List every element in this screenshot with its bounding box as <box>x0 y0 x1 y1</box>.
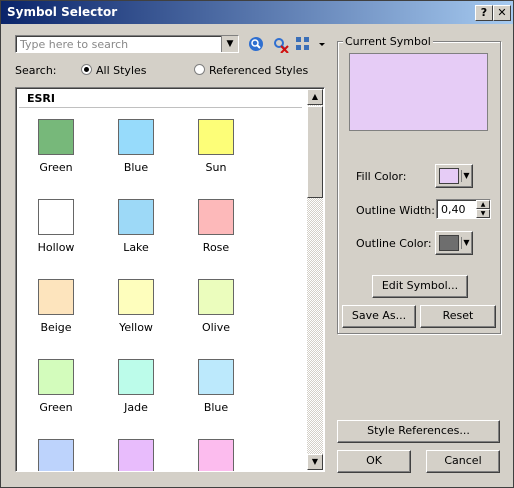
symbol-swatch <box>198 439 234 471</box>
scroll-up-icon[interactable]: ▲ <box>307 89 323 105</box>
all-styles-label[interactable]: All Styles <box>96 64 147 77</box>
spin-up-icon[interactable]: ▲ <box>476 200 490 209</box>
ok-button[interactable]: OK <box>337 450 411 473</box>
symbol-name: Beige <box>40 321 72 334</box>
symbol-item[interactable]: Blue <box>96 119 176 174</box>
symbol-item[interactable]: Lake <box>96 199 176 254</box>
symbol-swatch <box>118 279 154 315</box>
search-dropdown-icon[interactable]: ▼ <box>221 36 238 52</box>
symbol-name: Rose <box>202 241 230 254</box>
scroll-thumb[interactable] <box>307 106 323 198</box>
search-icon[interactable] <box>248 36 265 53</box>
symbol-swatch <box>198 359 234 395</box>
symbol-item[interactable] <box>96 439 176 471</box>
help-button[interactable]: ? <box>475 5 493 21</box>
outline-color-swatch <box>439 235 459 251</box>
symbol-swatch <box>38 439 74 471</box>
symbol-name: Yellow <box>119 321 153 334</box>
symbol-name: Blue <box>123 161 149 174</box>
symbol-name: Lake <box>123 241 149 254</box>
symbol-swatch <box>38 359 74 395</box>
gallery-group-title: ESRI <box>27 92 55 105</box>
outline-width-value[interactable]: 0,40 <box>441 203 466 216</box>
search-placeholder: Type here to search <box>20 38 129 51</box>
symbol-item[interactable] <box>16 439 96 471</box>
save-as-button[interactable]: Save As... <box>342 305 416 328</box>
scroll-down-icon[interactable]: ▼ <box>307 454 323 470</box>
search-input[interactable]: Type here to search ▼ <box>15 35 239 53</box>
symbol-item[interactable]: Beige <box>16 279 96 334</box>
view-options-icon[interactable] <box>296 37 326 53</box>
chevron-down-icon: ▼ <box>461 170 471 182</box>
symbol-item[interactable]: Hollow <box>16 199 96 254</box>
gallery-group-header: ESRI <box>19 91 302 108</box>
current-symbol-label: Current Symbol <box>343 35 433 48</box>
search-scope-label: Search: <box>15 64 57 77</box>
referenced-styles-radio[interactable] <box>194 64 205 75</box>
symbol-swatch <box>118 199 154 235</box>
symbol-item[interactable]: Yellow <box>96 279 176 334</box>
close-button[interactable]: ✕ <box>493 5 511 21</box>
symbol-item[interactable] <box>176 439 256 471</box>
symbol-item[interactable]: Jade <box>96 359 176 414</box>
symbol-name: Jade <box>124 401 148 414</box>
spin-down-icon[interactable]: ▼ <box>476 209 490 218</box>
fill-color-label: Fill Color: <box>356 170 407 183</box>
symbol-name: Sun <box>205 161 227 174</box>
symbol-swatch <box>38 119 74 155</box>
cancel-button[interactable]: Cancel <box>426 450 500 473</box>
outline-width-stepper[interactable]: 0,40 ▲ ▼ <box>436 199 491 219</box>
symbol-item[interactable]: Sun <box>176 119 256 174</box>
symbol-item[interactable]: Green <box>16 119 96 174</box>
referenced-styles-label[interactable]: Referenced Styles <box>209 64 308 77</box>
symbol-swatch <box>198 199 234 235</box>
symbol-name: Hollow <box>37 241 75 254</box>
symbol-swatch <box>38 279 74 315</box>
all-styles-radio[interactable] <box>81 64 92 75</box>
symbol-preview <box>349 53 488 131</box>
outline-width-label: Outline Width: <box>356 204 435 217</box>
symbol-item[interactable]: Rose <box>176 199 256 254</box>
symbol-swatch <box>38 199 74 235</box>
window-title: Symbol Selector <box>7 5 118 19</box>
title-bar: Symbol Selector ? ✕ <box>1 1 513 24</box>
symbol-swatch <box>118 359 154 395</box>
fill-color-swatch <box>439 168 459 184</box>
symbol-swatch <box>118 119 154 155</box>
style-references-button[interactable]: Style References... <box>337 420 500 443</box>
symbol-swatch <box>198 119 234 155</box>
symbol-swatch <box>198 279 234 315</box>
chevron-down-icon: ▼ <box>461 237 471 249</box>
symbol-item[interactable]: Green <box>16 359 96 414</box>
gallery-scrollbar[interactable]: ▲ ▼ <box>307 89 323 470</box>
symbol-name: Green <box>39 401 73 414</box>
edit-symbol-button[interactable]: Edit Symbol... <box>372 275 468 298</box>
symbol-item[interactable]: Blue <box>176 359 256 414</box>
fill-color-button[interactable]: ▼ <box>435 164 473 188</box>
symbol-gallery[interactable]: ESRI Green Blue Sun Hollow Lake Rose Beige Yell… <box>15 87 325 472</box>
symbol-name: Blue <box>203 401 229 414</box>
clear-search-icon[interactable] <box>272 36 289 53</box>
outline-color-button[interactable]: ▼ <box>435 231 473 255</box>
symbol-name: Olive <box>201 321 231 334</box>
symbol-item[interactable]: Olive <box>176 279 256 334</box>
reset-button[interactable]: Reset <box>420 305 496 328</box>
symbol-name: Green <box>39 161 73 174</box>
outline-color-label: Outline Color: <box>356 237 432 250</box>
symbol-swatch <box>118 439 154 471</box>
